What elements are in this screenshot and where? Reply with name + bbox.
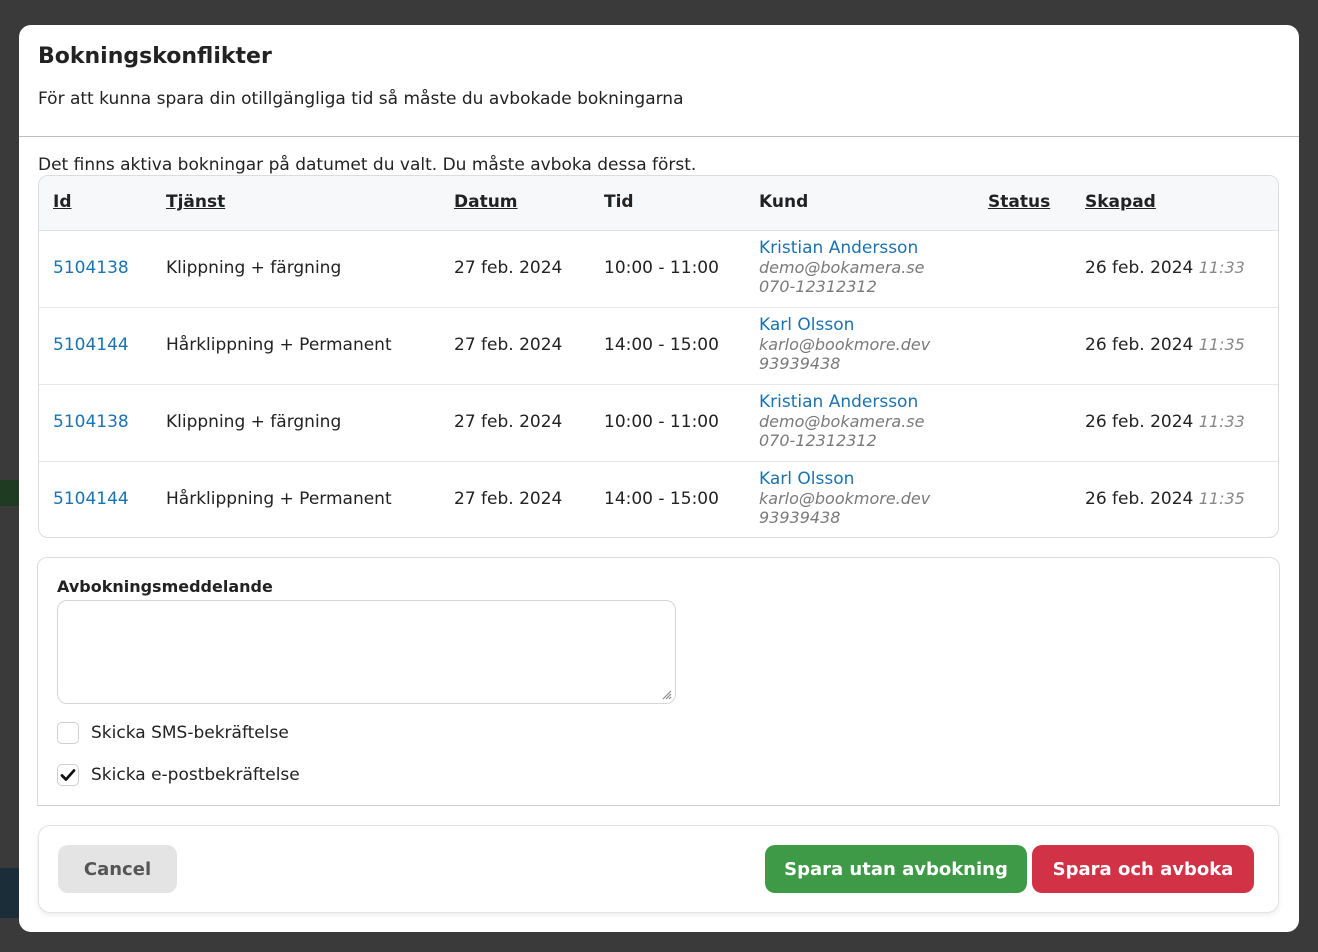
- save-and-cancel-button[interactable]: Spara och avboka: [1032, 845, 1254, 893]
- time-cell: 10:00 - 11:00: [604, 258, 719, 278]
- date-cell: 27 feb. 2024: [454, 258, 563, 278]
- service-cell: Hårklippning + Permanent: [166, 489, 392, 509]
- booking-id-link[interactable]: 5104138: [53, 412, 129, 432]
- conflict-notice: Det finns aktiva bokningar på datumet du…: [38, 155, 697, 175]
- column-header-time: Tid: [604, 192, 634, 212]
- table-row: 5104144 Hårklippning + Permanent 27 feb. 2…: [39, 308, 1278, 385]
- customer-phone: 93939438: [759, 354, 841, 373]
- column-header-status[interactable]: Status: [988, 192, 1050, 212]
- booking-id-link[interactable]: 5104144: [53, 489, 129, 509]
- customer-name-link[interactable]: Kristian Andersson: [759, 239, 924, 258]
- cancel-button[interactable]: Cancel: [58, 845, 177, 893]
- booking-conflicts-modal: Bokningskonflikter För att kunna spara d…: [19, 25, 1299, 932]
- customer-name-link[interactable]: Kristian Andersson: [759, 393, 924, 412]
- email-confirmation-row[interactable]: Skicka e-postbekräftelse: [57, 764, 300, 786]
- resize-grip-icon[interactable]: [660, 688, 672, 700]
- created-time: 11:33: [1198, 258, 1245, 277]
- created-date: 26 feb. 2024: [1085, 489, 1194, 509]
- table-header: Id Tjänst Datum Tid Kund Status Skapad: [39, 176, 1278, 231]
- sms-confirmation-checkbox[interactable]: [57, 722, 79, 744]
- sms-confirmation-label: Skicka SMS-bekräftelse: [91, 723, 289, 743]
- created-date: 26 feb. 2024: [1085, 412, 1194, 432]
- modal-footer: Cancel Spara utan avbokning Spara och av…: [38, 825, 1279, 913]
- customer-phone: 070-12312312: [759, 431, 877, 450]
- customer-phone: 93939438: [759, 508, 841, 527]
- created-cell: 26 feb. 2024 11:33: [1085, 258, 1245, 278]
- customer-email: demo@bokamera.se: [759, 412, 925, 431]
- created-time: 11:35: [1198, 335, 1245, 354]
- column-header-created[interactable]: Skapad: [1085, 192, 1156, 212]
- service-cell: Klippning + färgning: [166, 258, 342, 278]
- time-cell: 14:00 - 15:00: [604, 335, 719, 355]
- customer-email: demo@bokamera.se: [759, 258, 925, 277]
- customer-email: karlo@bookmore.dev: [759, 489, 931, 508]
- customer-email: karlo@bookmore.dev: [759, 335, 931, 354]
- created-date: 26 feb. 2024: [1085, 335, 1194, 355]
- cancellation-message-input[interactable]: [57, 600, 676, 704]
- modal-subtitle: För att kunna spara din otillgängliga ti…: [38, 89, 684, 109]
- service-cell: Klippning + färgning: [166, 412, 342, 432]
- service-cell: Hårklippning + Permanent: [166, 335, 392, 355]
- time-cell: 10:00 - 11:00: [604, 412, 719, 432]
- save-without-cancel-button[interactable]: Spara utan avbokning: [765, 845, 1027, 893]
- column-header-customer: Kund: [759, 192, 809, 212]
- email-confirmation-label: Skicka e-postbekräftelse: [91, 765, 300, 785]
- created-cell: 26 feb. 2024 11:33: [1085, 412, 1245, 432]
- cancellation-form: Avbokningsmeddelande Skicka SMS-bekräfte…: [37, 557, 1280, 806]
- table-row: 5104138 Klippning + färgning 27 feb. 2024 1…: [39, 385, 1278, 462]
- customer-cell: Kristian Andersson demo@bokamera.se 070-12…: [759, 393, 925, 451]
- modal-title: Bokningskonflikter: [38, 44, 272, 69]
- created-time: 11:35: [1198, 489, 1245, 508]
- date-cell: 27 feb. 2024: [454, 335, 563, 355]
- customer-cell: Kristian Andersson demo@bokamera.se 070-12…: [759, 239, 925, 297]
- created-cell: 26 feb. 2024 11:35: [1085, 489, 1245, 509]
- customer-phone: 070-12312312: [759, 277, 877, 296]
- column-header-id[interactable]: Id: [53, 192, 72, 212]
- customer-name-link[interactable]: Karl Olsson: [759, 470, 930, 489]
- email-confirmation-checkbox[interactable]: [57, 764, 79, 786]
- column-header-date[interactable]: Datum: [454, 192, 518, 212]
- created-time: 11:33: [1198, 412, 1245, 431]
- modal-header: Bokningskonflikter För att kunna spara d…: [19, 25, 1299, 137]
- date-cell: 27 feb. 2024: [454, 412, 563, 432]
- check-icon: [60, 769, 76, 781]
- booking-id-link[interactable]: 5104138: [53, 258, 129, 278]
- customer-cell: Karl Olsson karlo@bookmore.dev 93939438: [759, 470, 931, 528]
- created-cell: 26 feb. 2024 11:35: [1085, 335, 1245, 355]
- bookings-table: Id Tjänst Datum Tid Kund Status Skapad 5…: [38, 175, 1279, 538]
- column-header-service[interactable]: Tjänst: [166, 192, 225, 212]
- sms-confirmation-row[interactable]: Skicka SMS-bekräftelse: [57, 722, 289, 744]
- booking-id-link[interactable]: 5104144: [53, 335, 129, 355]
- table-row: 5104138 Klippning + färgning 27 feb. 2024 1…: [39, 231, 1278, 308]
- cancellation-message-label: Avbokningsmeddelande: [57, 577, 273, 596]
- customer-cell: Karl Olsson karlo@bookmore.dev 93939438: [759, 316, 931, 374]
- time-cell: 14:00 - 15:00: [604, 489, 719, 509]
- customer-name-link[interactable]: Karl Olsson: [759, 316, 930, 335]
- table-row: 5104144 Hårklippning + Permanent 27 feb. 2…: [39, 462, 1278, 537]
- created-date: 26 feb. 2024: [1085, 258, 1194, 278]
- date-cell: 27 feb. 2024: [454, 489, 563, 509]
